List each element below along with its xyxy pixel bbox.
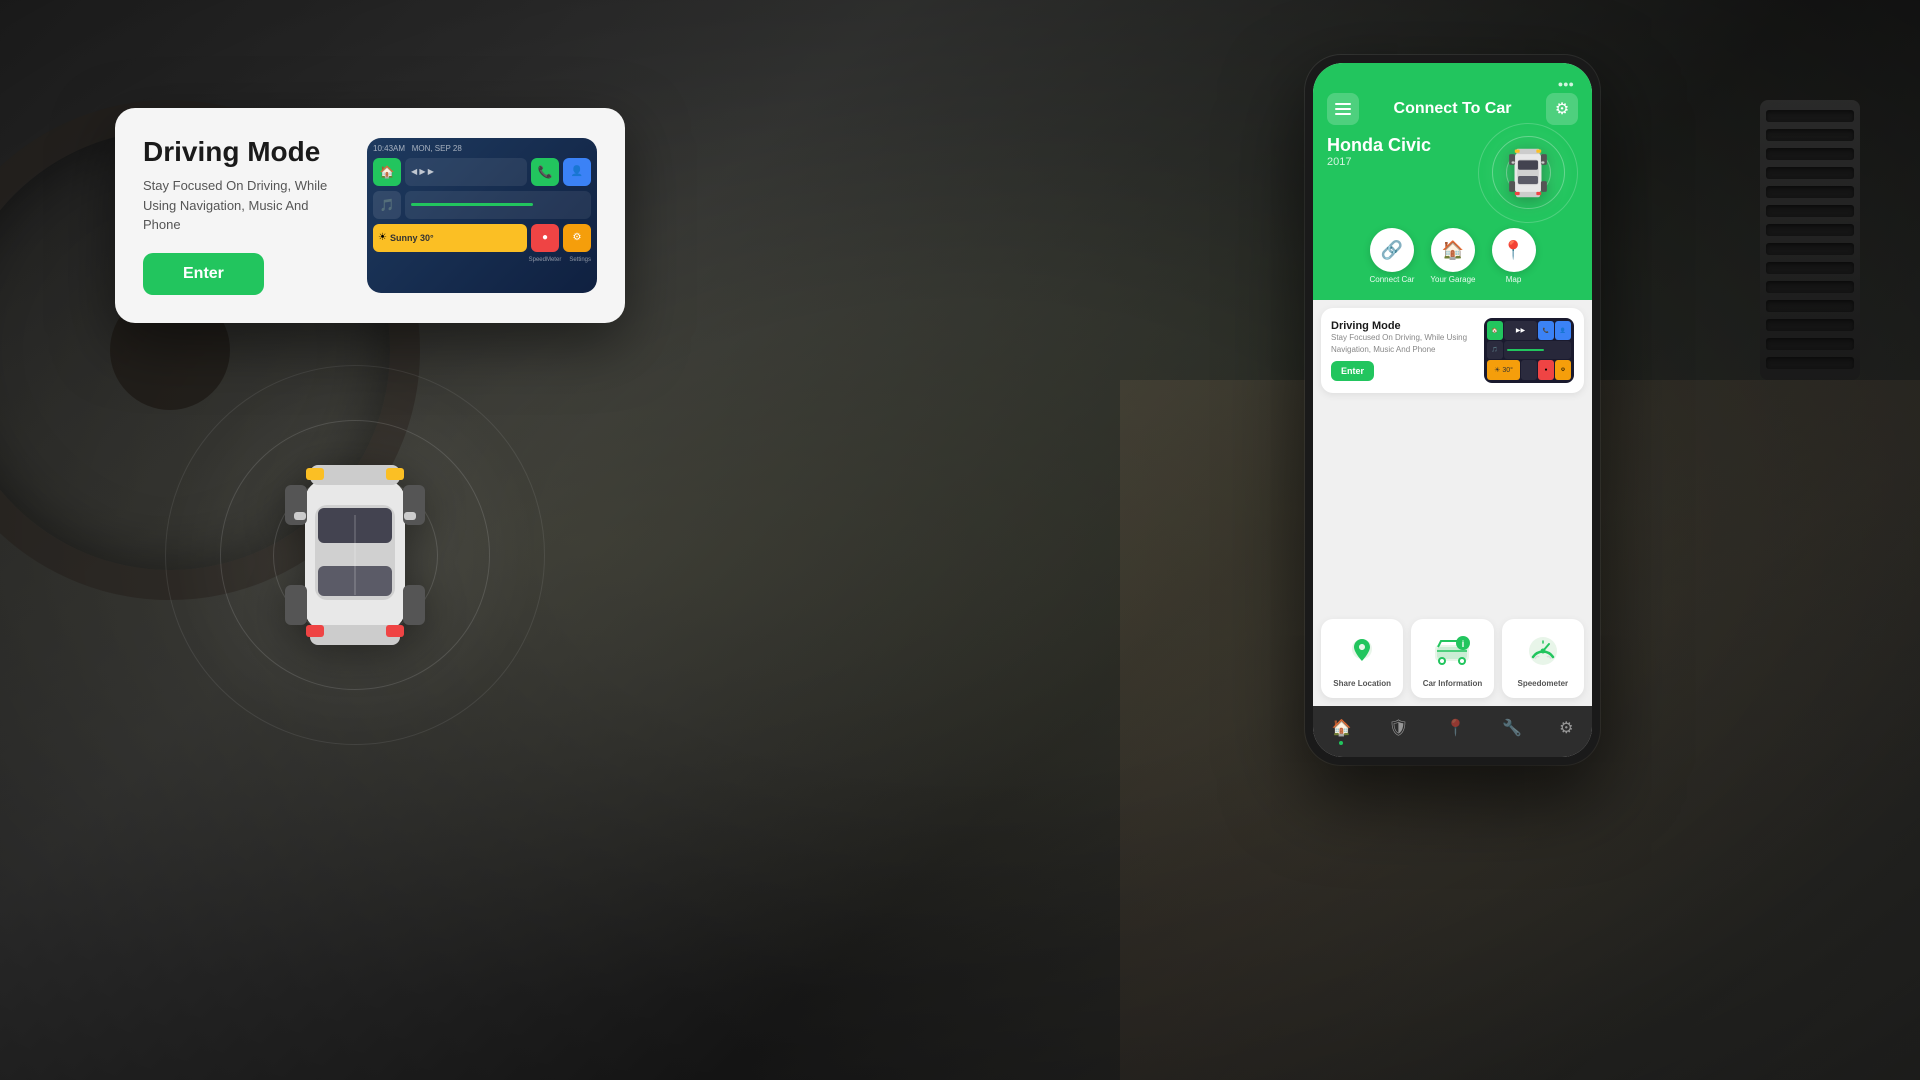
phone-dm-description: Stay Focused On Driving, While Using Nav… (1331, 332, 1476, 354)
vent-slot (1766, 129, 1854, 141)
nav-tools[interactable]: 🔧 (1492, 716, 1532, 747)
menu-button[interactable] (1327, 93, 1359, 125)
phone-bottom-navigation: 🏠 🛡 📍 🔧 ⚙ (1313, 706, 1592, 757)
settings-button[interactable]: ⚙ (1546, 93, 1578, 125)
nav-active-dot (1339, 741, 1343, 745)
menu-line (1335, 103, 1351, 105)
vent-slot (1766, 300, 1854, 312)
nav-location[interactable]: 📍 (1436, 716, 1476, 747)
phone-body: Driving Mode Stay Focused On Driving, Wh… (1313, 300, 1592, 706)
mini-icon-call: 📞 (1538, 321, 1554, 340)
speedometer-card[interactable]: Speedometer (1502, 619, 1584, 698)
vent-slot (1766, 205, 1854, 217)
car-info-row: Honda Civic 2017 (1327, 135, 1578, 210)
map-label: Map (1506, 275, 1522, 284)
vent-slot (1766, 110, 1854, 122)
phone-dm-title: Driving Mode (1331, 320, 1476, 332)
driving-mode-text: Driving Mode Stay Focused On Driving, Wh… (143, 136, 347, 295)
phone-dm-mini-screen: 🏠 ▶▶ 📞 👤 🎵 ☀ 30° ● ⚙ (1484, 318, 1574, 383)
nav-settings-icon: ⚙ (1559, 718, 1573, 738)
vent-slot (1766, 186, 1854, 198)
garage-icon: 🏠 (1431, 228, 1475, 272)
feature-grid: Share Location (1313, 611, 1592, 706)
driving-mode-enter-button[interactable]: Enter (143, 253, 264, 295)
driving-mode-title: Driving Mode (143, 136, 347, 168)
mini-phone-preview: 10:43AM MON, SEP 28 🏠 ◀ ▶ ▶ 📞 👤 🎵 ☀ (367, 138, 597, 293)
speedometer-label: Speedometer (1517, 679, 1568, 688)
car-top-view-svg (280, 440, 430, 670)
vent-slot (1766, 224, 1854, 236)
vent-decoration (1760, 100, 1860, 380)
phone-radar (1478, 135, 1578, 210)
menu-line (1335, 108, 1351, 110)
share-location-icon (1340, 629, 1384, 673)
vent-slot (1766, 262, 1854, 274)
svg-text:i: i (1462, 639, 1465, 649)
car-model-name: Honda Civic (1327, 135, 1431, 156)
mini-icon-home: 🏠 (1487, 321, 1503, 340)
vent-slot (1766, 281, 1854, 293)
driving-mode-card: Driving Mode Stay Focused On Driving, Wh… (115, 108, 625, 323)
vent-slot (1766, 148, 1854, 160)
phone-dm-text: Driving Mode Stay Focused On Driving, Wh… (1331, 320, 1476, 380)
phone-dm-enter-button[interactable]: Enter (1331, 361, 1374, 381)
nav-shield-icon: 🛡 (1388, 718, 1408, 738)
nav-tools-icon: 🔧 (1502, 718, 1522, 738)
car-model-info: Honda Civic 2017 (1327, 135, 1431, 168)
phone-header: ●●● Connect To Car ⚙ Honda Civic 2017 (1313, 63, 1592, 300)
vent-slot (1766, 357, 1854, 369)
share-location-card[interactable]: Share Location (1321, 619, 1403, 698)
connect-car-icon: 🔗 (1370, 228, 1414, 272)
car-information-card[interactable]: i Car Information (1411, 619, 1493, 698)
vent-slot (1766, 243, 1854, 255)
mini-progress-bar (1504, 341, 1571, 359)
share-location-label: Share Location (1333, 679, 1391, 688)
map-action[interactable]: 📍 Map (1492, 228, 1536, 284)
connect-car-action[interactable]: 🔗 Connect Car (1370, 228, 1415, 284)
garage-action[interactable]: 🏠 Your Garage (1430, 228, 1475, 284)
car-information-icon: i (1430, 629, 1474, 673)
mini-icon-a (1521, 360, 1537, 380)
phone-car-top-view (1507, 142, 1549, 204)
car-year: 2017 (1327, 156, 1431, 168)
nav-location-icon: 📍 (1446, 718, 1466, 738)
speedometer-icon (1521, 629, 1565, 673)
phone-nav-bar: Connect To Car ⚙ (1327, 93, 1578, 125)
menu-line (1335, 113, 1351, 115)
action-icons-row: 🔗 Connect Car 🏠 Your Garage 📍 Map (1327, 220, 1578, 300)
mini-icon-b: ● (1538, 360, 1554, 380)
nav-home[interactable]: 🏠 (1321, 716, 1361, 747)
mini-icon-contact: 👤 (1555, 321, 1571, 340)
car-radar-display (155, 355, 555, 755)
map-icon: 📍 (1492, 228, 1536, 272)
driving-mode-description: Stay Focused On Driving, While Using Nav… (143, 176, 347, 235)
mini-icon-music: 🎵 (1487, 341, 1503, 359)
mini-icon-c: ⚙ (1555, 360, 1571, 380)
nav-home-icon: 🏠 (1331, 718, 1351, 738)
vent-slot (1766, 338, 1854, 350)
vent-slot (1766, 319, 1854, 331)
phone-mockup: ●●● Connect To Car ⚙ Honda Civic 2017 (1305, 55, 1600, 765)
phone-driving-mode-section: Driving Mode Stay Focused On Driving, Wh… (1321, 308, 1584, 393)
connect-to-car-title: Connect To Car (1394, 100, 1512, 118)
phone-screen: ●●● Connect To Car ⚙ Honda Civic 2017 (1313, 63, 1592, 757)
car-information-label: Car Information (1423, 679, 1483, 688)
nav-settings[interactable]: ⚙ (1549, 716, 1583, 747)
mini-weather: ☀ 30° (1487, 360, 1520, 380)
vent-slot (1766, 167, 1854, 179)
garage-label: Your Garage (1430, 275, 1475, 284)
connect-car-label: Connect Car (1370, 275, 1415, 284)
nav-shield[interactable]: 🛡 (1378, 716, 1418, 747)
